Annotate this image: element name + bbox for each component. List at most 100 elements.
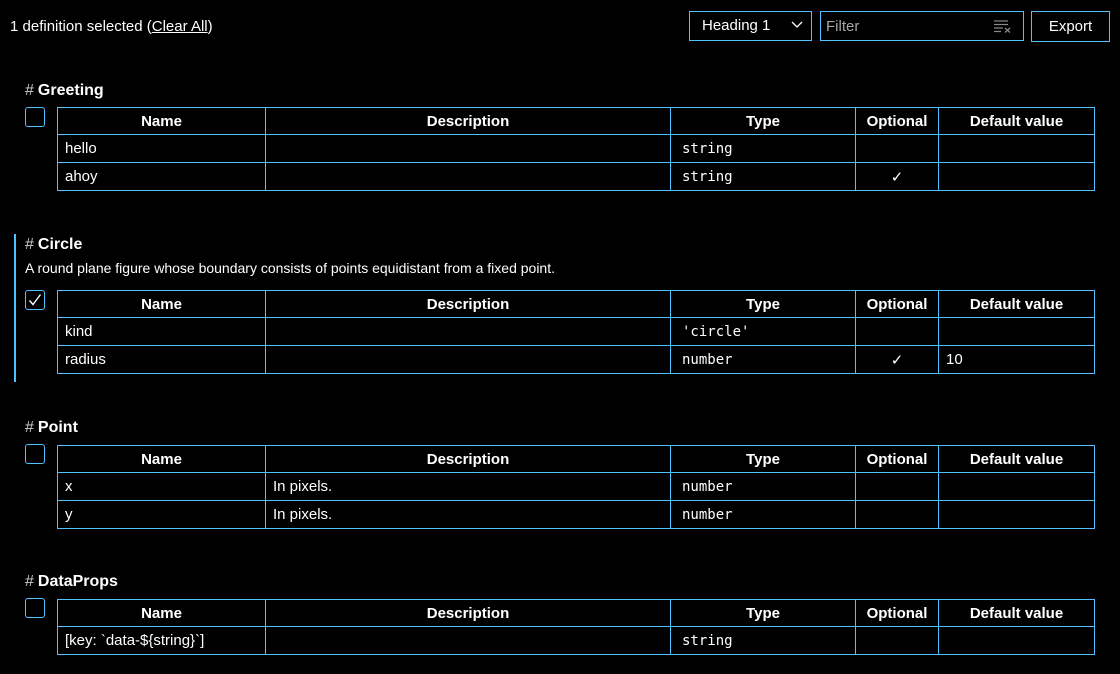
cell-description — [265, 626, 671, 655]
column-header-optional: Optional — [855, 107, 939, 135]
cell-type: string — [670, 134, 856, 163]
cell-default — [938, 134, 1095, 163]
column-header-optional: Optional — [855, 445, 939, 473]
select-definition-checkbox-checked[interactable] — [25, 290, 45, 310]
table-row: x In pixels. number — [57, 472, 1095, 501]
cell-description — [265, 134, 671, 163]
cell-optional — [855, 472, 939, 501]
column-header-description: Description — [265, 599, 671, 627]
cell-optional — [855, 626, 939, 655]
table-row: [key: `data-${string}`] string — [57, 626, 1095, 655]
column-header-default: Default value — [938, 290, 1095, 318]
cell-description — [265, 162, 671, 191]
toolbar: 1 definition selected (Clear All) Headin… — [0, 0, 1120, 54]
anchor-hash[interactable]: # — [25, 419, 34, 436]
cell-name: hello — [57, 134, 266, 163]
column-header-name: Name — [57, 107, 266, 135]
section-heading: # Circle — [25, 235, 82, 255]
heading-level-select[interactable]: Heading 1 — [689, 11, 812, 41]
section-title: Point — [37, 419, 78, 436]
column-header-type: Type — [670, 599, 856, 627]
section-title: Circle — [37, 236, 83, 253]
cell-name: kind — [57, 317, 266, 346]
cell-optional — [855, 134, 939, 163]
cell-default: 10 — [938, 345, 1095, 374]
cell-optional-check-icon: ✓ — [855, 345, 939, 374]
column-header-type: Type — [670, 107, 856, 135]
table-header-row: Name Description Type Optional Default v… — [57, 445, 1095, 473]
column-header-name: Name — [57, 290, 266, 318]
definition-section-point: # Point Name Description Type Optional De… — [0, 417, 1120, 537]
cell-name: y — [57, 500, 266, 529]
definition-section-greeting: # Greeting Name Description Type Optional… — [0, 80, 1120, 200]
filter-field[interactable] — [820, 11, 1024, 41]
cell-type: number — [670, 472, 856, 501]
cell-description — [265, 345, 671, 374]
column-header-type: Type — [670, 290, 856, 318]
filter-input[interactable] — [821, 12, 991, 40]
select-definition-checkbox[interactable] — [25, 598, 45, 618]
table-header-row: Name Description Type Optional Default v… — [57, 599, 1095, 627]
column-header-description: Description — [265, 445, 671, 473]
column-header-description: Description — [265, 107, 671, 135]
table-row: hello string — [57, 134, 1095, 163]
properties-table: Name Description Type Optional Default v… — [57, 445, 1095, 529]
cell-default — [938, 317, 1095, 346]
table-header-row: Name Description Type Optional Default v… — [57, 107, 1095, 135]
cell-optional — [855, 500, 939, 529]
cell-name: x — [57, 472, 266, 501]
clear-filter-icon[interactable] — [993, 19, 1011, 33]
cell-type: 'circle' — [670, 317, 856, 346]
column-header-optional: Optional — [855, 290, 939, 318]
table-row: y In pixels. number — [57, 500, 1095, 529]
anchor-hash[interactable]: # — [25, 236, 34, 253]
select-definition-checkbox[interactable] — [25, 107, 45, 127]
table-row: radius number ✓ 10 — [57, 345, 1095, 374]
cell-type: string — [670, 162, 856, 191]
cell-default — [938, 162, 1095, 191]
column-header-default: Default value — [938, 107, 1095, 135]
clear-all-link[interactable]: Clear All — [152, 18, 208, 35]
section-heading: # DataProps — [25, 572, 118, 592]
column-header-name: Name — [57, 445, 266, 473]
anchor-hash[interactable]: # — [25, 573, 34, 590]
cell-default — [938, 626, 1095, 655]
cell-type: number — [670, 345, 856, 374]
table-row: kind 'circle' — [57, 317, 1095, 346]
cell-optional — [855, 317, 939, 346]
column-header-default: Default value — [938, 445, 1095, 473]
definition-section-circle: # Circle A round plane figure whose bound… — [14, 234, 1120, 382]
column-header-optional: Optional — [855, 599, 939, 627]
properties-table: Name Description Type Optional Default v… — [57, 290, 1095, 374]
section-heading: # Point — [25, 418, 78, 438]
section-heading: # Greeting — [25, 81, 104, 101]
table-row: ahoy string ✓ — [57, 162, 1095, 191]
anchor-hash[interactable]: # — [25, 82, 34, 99]
selection-suffix: ) — [207, 18, 213, 35]
cell-default — [938, 500, 1095, 529]
cell-description: In pixels. — [265, 500, 671, 529]
cell-name: ahoy — [57, 162, 266, 191]
column-header-type: Type — [670, 445, 856, 473]
table-header-row: Name Description Type Optional Default v… — [57, 290, 1095, 318]
column-header-name: Name — [57, 599, 266, 627]
checkmark-icon — [28, 294, 42, 306]
properties-table: Name Description Type Optional Default v… — [57, 599, 1095, 655]
section-description: A round plane figure whose boundary cons… — [25, 260, 555, 276]
heading-level-value: Heading 1 — [702, 17, 771, 34]
section-title: DataProps — [37, 573, 118, 590]
export-button[interactable]: Export — [1031, 11, 1110, 42]
column-header-default: Default value — [938, 599, 1095, 627]
cell-description: In pixels. — [265, 472, 671, 501]
section-title: Greeting — [37, 82, 104, 99]
select-definition-checkbox[interactable] — [25, 444, 45, 464]
cell-name: [key: `data-${string}`] — [57, 626, 266, 655]
selection-status: 1 definition selected (Clear All) — [10, 18, 213, 36]
cell-default — [938, 472, 1095, 501]
properties-table: Name Description Type Optional Default v… — [57, 107, 1095, 191]
cell-name: radius — [57, 345, 266, 374]
selection-count-text: 1 definition selected ( — [10, 18, 152, 35]
chevron-down-icon — [791, 21, 803, 28]
column-header-description: Description — [265, 290, 671, 318]
definition-section-dataprops: # DataProps Name Description Type Optiona… — [0, 571, 1120, 661]
